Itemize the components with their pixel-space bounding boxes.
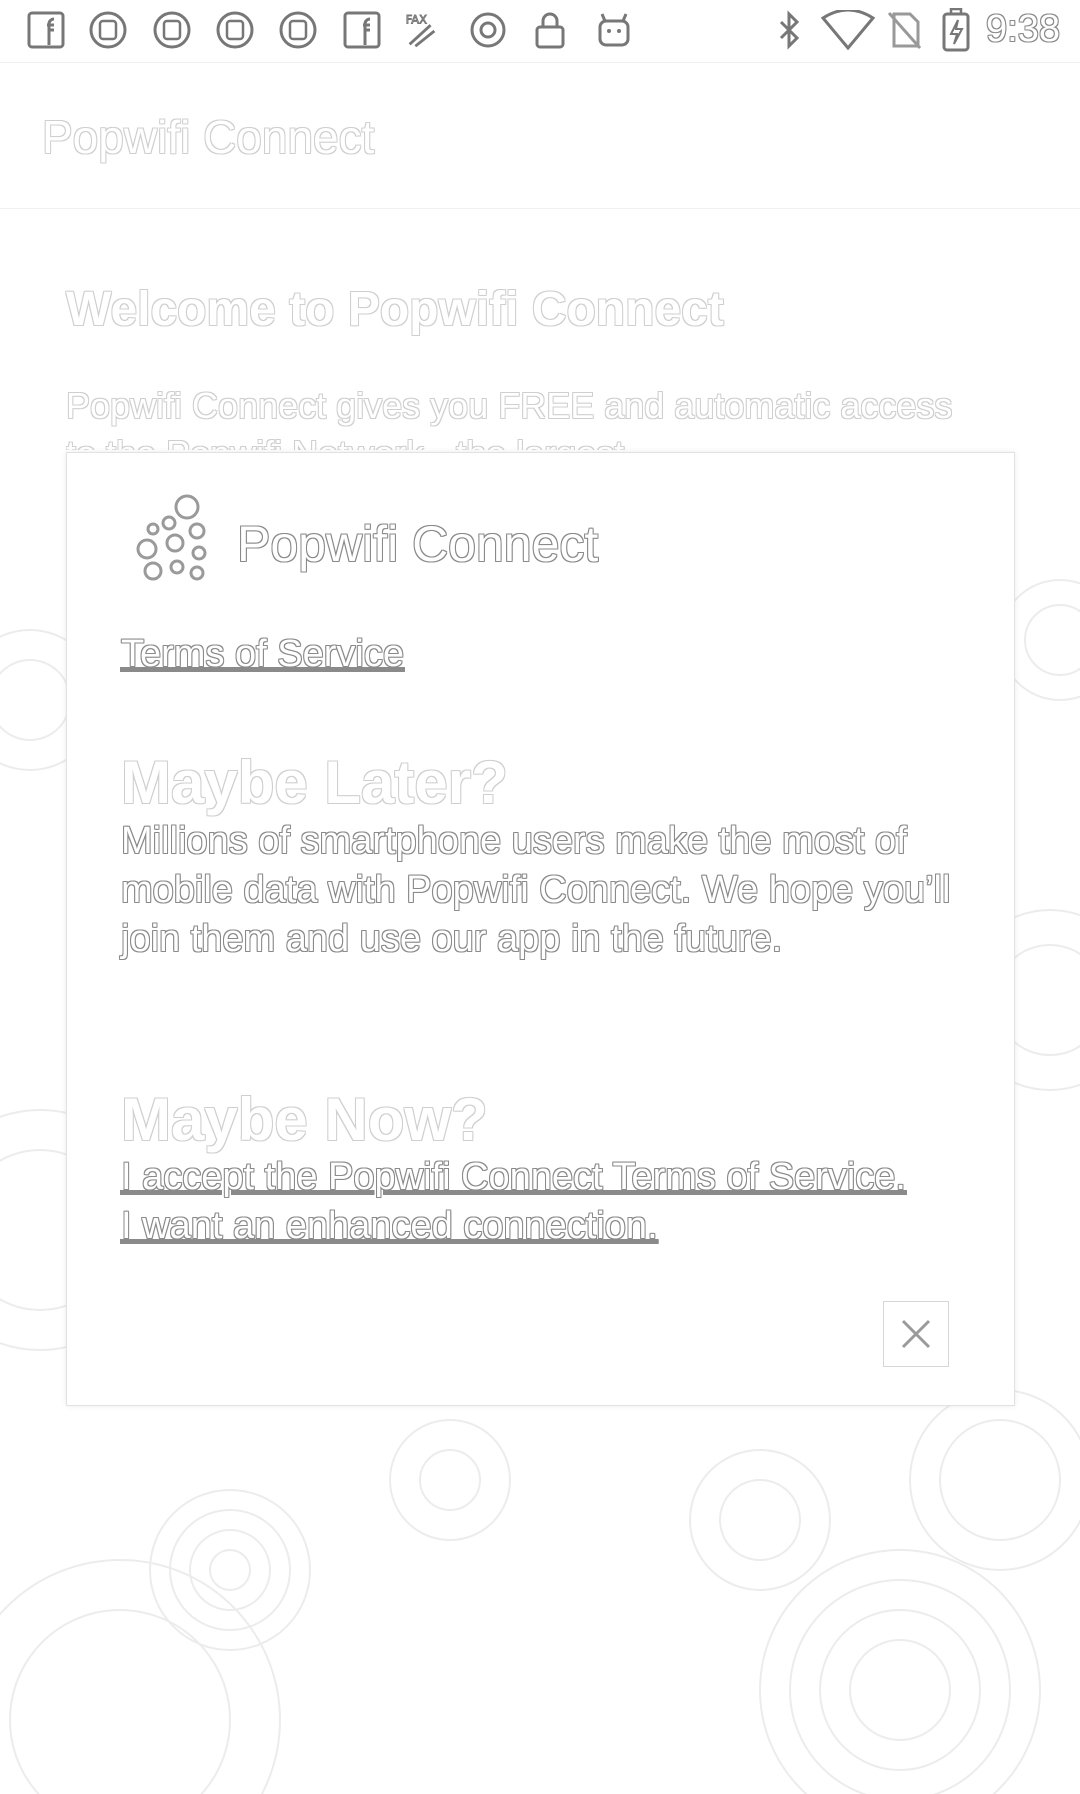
facebook-icon bbox=[342, 10, 382, 50]
accept-terms-link[interactable]: I accept the Popwifi Connect Terms of Se… bbox=[121, 1153, 921, 1251]
dialog-title: Popwifi Connect bbox=[237, 516, 599, 572]
android-icon bbox=[594, 10, 634, 50]
no-sim-icon bbox=[884, 10, 924, 50]
welcome-title: Welcome to Popwifi Connect bbox=[66, 283, 724, 336]
close-button[interactable] bbox=[883, 1301, 949, 1367]
app-face-icon bbox=[88, 10, 128, 50]
terms-dialog: Popwifi Connect Terms of Service Maybe L… bbox=[66, 452, 1015, 1406]
maybe-now-heading: Maybe Now? bbox=[121, 1086, 488, 1153]
lock-icon bbox=[530, 10, 570, 50]
app-bar: Popwifi Connect bbox=[0, 62, 1080, 209]
app-face-icon bbox=[215, 10, 255, 50]
wifi-icon bbox=[820, 10, 876, 50]
popwifi-logo-icon bbox=[136, 494, 207, 581]
circle-o-icon bbox=[468, 10, 508, 50]
app-face-icon bbox=[152, 10, 192, 50]
battery-charging-icon bbox=[936, 8, 976, 52]
app-face-icon bbox=[278, 10, 318, 50]
status-bar: FAX 9:38 bbox=[0, 0, 1080, 63]
close-icon bbox=[901, 1319, 931, 1349]
app-title: Popwifi Connect bbox=[42, 111, 375, 163]
maybe-later-body: Millions of smartphone users make the mo… bbox=[121, 820, 951, 960]
terms-of-service-link[interactable]: Terms of Service bbox=[121, 633, 404, 676]
facebook-icon bbox=[26, 10, 66, 50]
bluetooth-icon bbox=[770, 10, 810, 50]
maybe-later-heading: Maybe Later? bbox=[121, 749, 508, 816]
fax-icon: FAX bbox=[402, 10, 442, 50]
welcome-body: Popwifi Connect gives you FREE and autom… bbox=[66, 385, 953, 450]
clock: 9:38 bbox=[986, 8, 1060, 50]
svg-text:FAX: FAX bbox=[406, 12, 427, 26]
